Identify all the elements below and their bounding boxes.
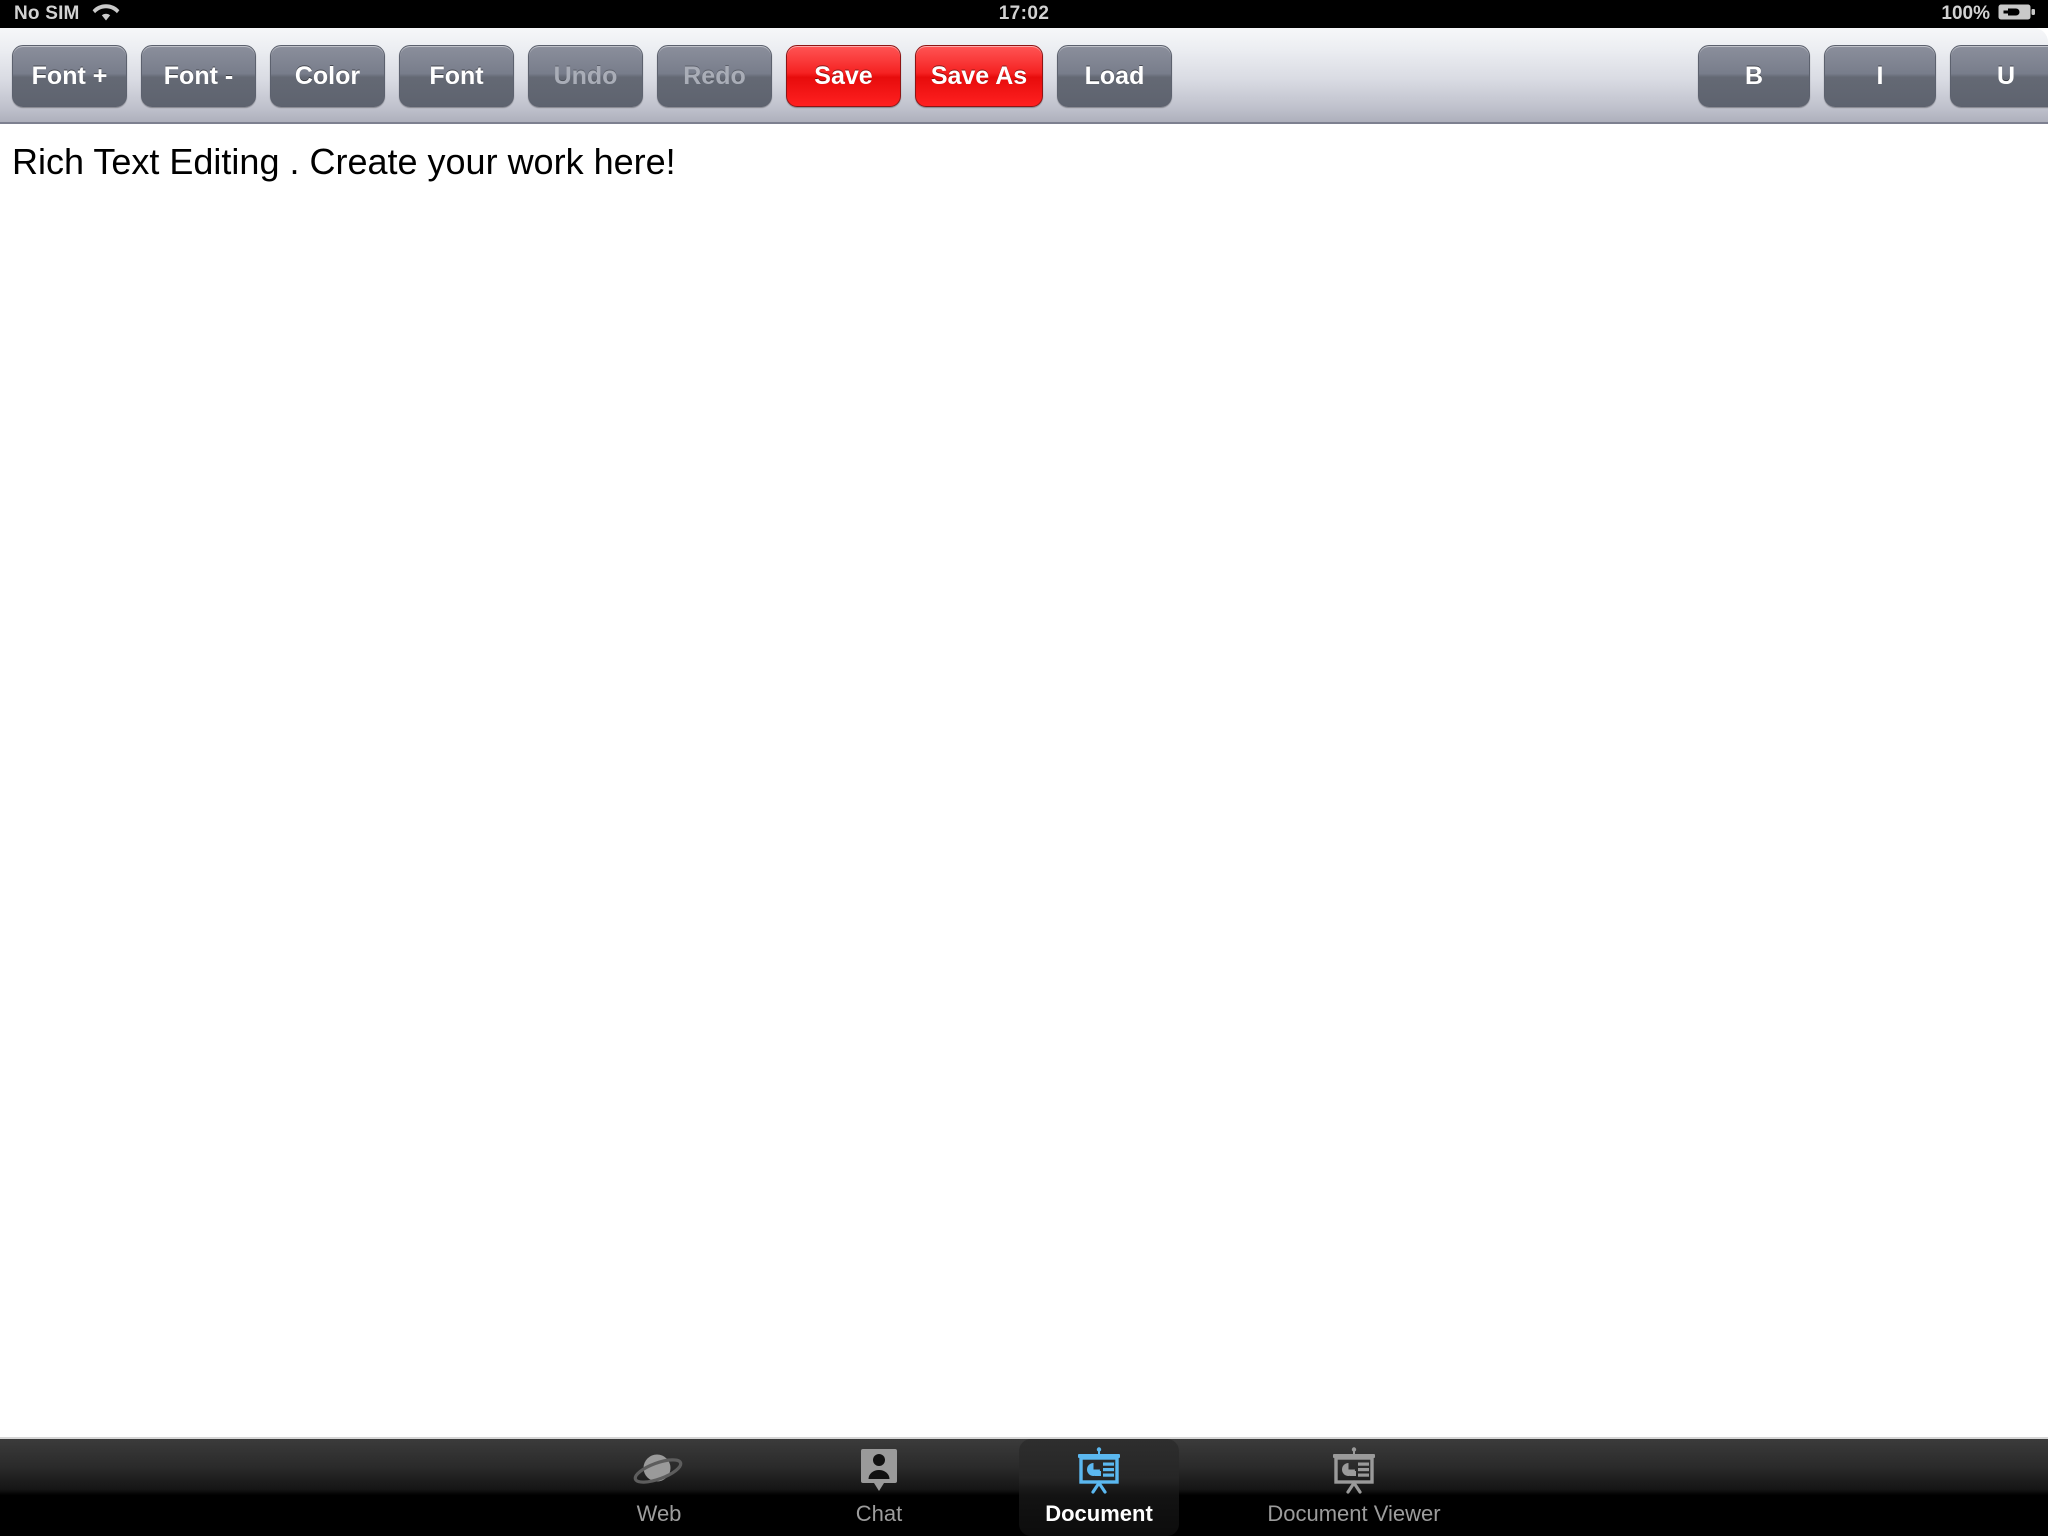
- tab-list: Web Chat Document Document Viewer: [0, 1439, 2048, 1536]
- color-button[interactable]: Color: [270, 45, 385, 107]
- bold-button[interactable]: B: [1698, 45, 1810, 107]
- underline-button[interactable]: U: [1950, 45, 2048, 107]
- tab-label: Document: [1045, 1501, 1153, 1526]
- toolbar-right-group: BIU: [1698, 45, 2048, 107]
- redo-button: Redo: [657, 45, 772, 107]
- tab-label: Web: [636, 1501, 682, 1526]
- tab-web[interactable]: Web: [579, 1439, 739, 1536]
- italic-button[interactable]: I: [1824, 45, 1936, 107]
- tab-chat[interactable]: Chat: [799, 1439, 959, 1536]
- document-canvas[interactable]: Rich Text Editing . Create your work her…: [0, 126, 2048, 1437]
- undo-button: Undo: [528, 45, 643, 107]
- save-as-button[interactable]: Save As: [915, 45, 1043, 107]
- presentation-icon: [1327, 1447, 1381, 1495]
- clock-label: 17:02: [998, 3, 1050, 24]
- save-button[interactable]: Save: [786, 45, 901, 107]
- tab-document[interactable]: Document: [1019, 1439, 1179, 1536]
- tab-label: Chat: [855, 1501, 903, 1526]
- tab-document-viewer[interactable]: Document Viewer: [1239, 1439, 1469, 1536]
- planet-icon: [632, 1447, 686, 1495]
- font-increase-button[interactable]: Font +: [12, 45, 127, 107]
- battery-charging-icon: [1998, 2, 2036, 27]
- tab-label: Document Viewer: [1267, 1501, 1441, 1526]
- presentation-icon: [1072, 1447, 1126, 1495]
- load-button[interactable]: Load: [1057, 45, 1172, 107]
- font-button[interactable]: Font: [399, 45, 514, 107]
- bottom-tab-bar: Web Chat Document Document Viewer: [0, 1437, 2048, 1536]
- document-text[interactable]: Rich Text Editing . Create your work her…: [12, 140, 676, 183]
- person-bubble-icon: [856, 1447, 902, 1495]
- toolbar-left-group: Font + Font - Color Font Undo Redo Save Save As…: [12, 45, 1172, 107]
- ipad-rich-text-editor-app: No SIM 17:02 100% Font + Font - Color Fo…: [0, 0, 2048, 1536]
- editor-toolbar: Font + Font - Color Font Undo Redo Save Save As…: [0, 28, 2048, 124]
- status-bar-center: 17:02: [0, 0, 2048, 28]
- status-bar: No SIM 17:02 100%: [0, 0, 2048, 28]
- font-decrease-button[interactable]: Font -: [141, 45, 256, 107]
- status-bar-right: 100%: [1941, 0, 2036, 28]
- battery-percent-label: 100%: [1941, 3, 1990, 24]
